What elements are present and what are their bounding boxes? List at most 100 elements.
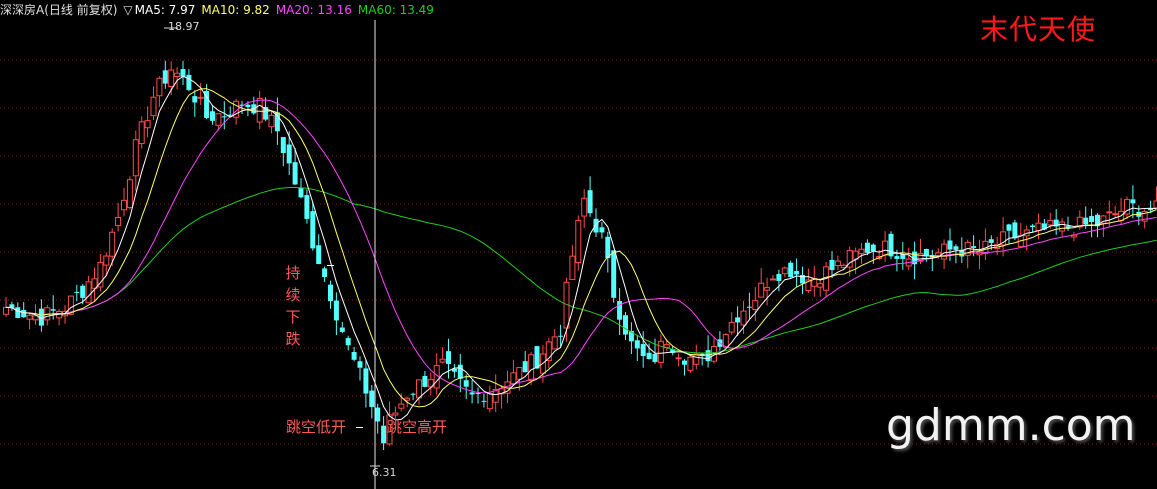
dropdown-arrow-icon[interactable]: ▽	[123, 3, 132, 17]
candle-body	[1006, 224, 1012, 231]
candle-body	[652, 354, 658, 362]
candle-body	[345, 338, 351, 346]
candle-body	[138, 121, 145, 145]
candle-body	[587, 190, 593, 214]
candle-body	[280, 137, 286, 154]
ma60-label: MA60: 13.49	[357, 3, 434, 17]
candle-body	[1112, 213, 1119, 216]
candle-body	[894, 256, 900, 259]
candle-body	[85, 281, 92, 304]
candle-body	[162, 70, 168, 84]
candle-body	[357, 361, 363, 368]
candle-body	[1106, 211, 1113, 214]
candle-body	[516, 367, 523, 380]
annotation-gap-up: 跳空高开	[387, 418, 448, 436]
candle-body	[215, 113, 222, 126]
low-price-label: 6.31	[372, 466, 397, 479]
candle-body	[752, 300, 759, 311]
author-signature: 末代天使	[980, 13, 1097, 46]
candle-body	[197, 96, 204, 99]
candle-body	[328, 284, 333, 302]
candle-body	[971, 246, 977, 248]
candle-body	[446, 351, 451, 365]
site-watermark: gdmm.com	[886, 400, 1136, 451]
candle-body	[764, 287, 771, 291]
candle-body	[256, 97, 263, 123]
candle-body	[21, 310, 27, 318]
candle-body	[1148, 208, 1154, 211]
candle-body	[611, 250, 617, 298]
candle-body	[1035, 222, 1042, 232]
candle-body	[416, 379, 422, 399]
candle-body	[404, 397, 411, 401]
candle-body	[646, 352, 652, 359]
candle-body	[947, 240, 953, 250]
candle-body	[1012, 222, 1018, 239]
candle-body	[132, 139, 139, 177]
candle-body	[510, 372, 517, 385]
candle-body	[292, 162, 298, 185]
candle-body	[80, 285, 86, 298]
candle-body	[316, 245, 322, 265]
candle-body	[363, 368, 369, 394]
candle-body	[103, 255, 110, 266]
ma10-label: MA10: 9.82	[201, 3, 270, 17]
candle-body	[115, 216, 122, 227]
candle-body	[221, 116, 227, 118]
candle-body	[781, 267, 788, 275]
candle-body	[439, 358, 446, 363]
candle-body	[941, 243, 948, 260]
dash-mark	[327, 265, 334, 266]
candle-body	[1030, 225, 1036, 228]
candle-body	[794, 271, 800, 275]
candle-body	[192, 96, 198, 103]
high-price-label: 18.97	[168, 20, 200, 33]
candle-body	[829, 259, 835, 271]
candle-body	[575, 220, 582, 264]
candle-body	[369, 390, 375, 407]
candle-body	[858, 248, 865, 255]
candle-body	[322, 268, 328, 278]
candle-body	[351, 351, 357, 360]
candle-body	[534, 346, 540, 369]
candle-body	[174, 72, 181, 78]
candle-body	[528, 354, 535, 382]
candle-body	[788, 262, 794, 278]
candle-body	[481, 400, 487, 402]
candle-body	[581, 197, 588, 217]
candle-body	[599, 227, 605, 233]
candle-body	[15, 307, 21, 318]
candle-body	[1089, 216, 1095, 222]
candle-body	[834, 260, 841, 267]
candle-body	[882, 240, 889, 256]
candle-body	[109, 231, 116, 257]
candle-body	[746, 306, 752, 308]
candle-body	[776, 274, 782, 281]
candle-body	[268, 114, 275, 128]
candle-body	[422, 375, 428, 387]
candle-body	[640, 344, 646, 357]
candle-body	[121, 199, 127, 211]
candle-body	[398, 403, 405, 409]
ma5-label: MA5: 7.97	[134, 3, 196, 17]
candle-body	[593, 218, 599, 233]
candle-body	[558, 335, 564, 337]
candle-body	[126, 179, 133, 209]
candle-body	[463, 380, 469, 387]
candle-body	[74, 291, 80, 293]
candle-body	[522, 361, 528, 373]
candle-body	[728, 321, 735, 333]
candle-body	[304, 195, 310, 219]
candle-body	[1083, 217, 1089, 225]
candle-body	[333, 300, 339, 321]
candle-body	[310, 211, 316, 249]
candle-body	[26, 314, 33, 320]
candle-body	[3, 306, 9, 315]
candle-body	[657, 340, 664, 363]
candle-body	[1059, 221, 1066, 232]
candle-body	[817, 283, 824, 288]
candle-body	[469, 392, 475, 395]
candle-body	[144, 120, 151, 129]
candle-body	[410, 393, 416, 395]
candle-body	[634, 340, 640, 349]
